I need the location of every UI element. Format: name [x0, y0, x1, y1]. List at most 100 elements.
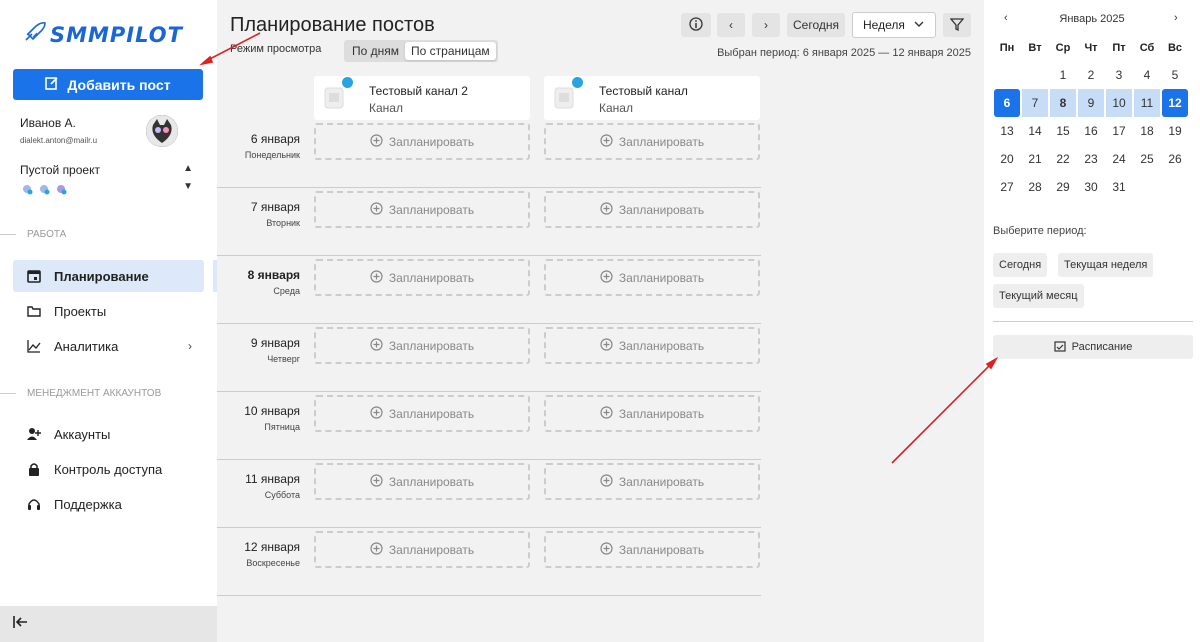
next-period-button[interactable]: › — [752, 13, 780, 37]
period-type-select[interactable]: Неделя — [852, 12, 936, 38]
schedule-slot-button[interactable]: Запланировать — [314, 531, 530, 568]
view-by-days-button[interactable]: По дням — [346, 42, 405, 60]
calendar-day[interactable]: 9 — [1078, 89, 1104, 117]
schedule-slot-button[interactable]: Запланировать — [314, 123, 530, 160]
calendar-day[interactable]: 1 — [1049, 61, 1077, 89]
user-name: Иванов А. — [20, 116, 76, 130]
chevron-up-icon[interactable]: ▲ — [183, 163, 193, 174]
schedule-slot-button[interactable]: Запланировать — [314, 463, 530, 500]
period-type-value: Неделя — [863, 18, 905, 32]
calendar-day[interactable]: 10 — [1106, 89, 1132, 117]
chevron-down-icon[interactable]: ▼ — [183, 181, 193, 192]
sidebar-item-projects[interactable]: Проекты — [13, 295, 204, 327]
logo[interactable]: SMMPILOT — [24, 22, 183, 47]
channel-type: Канал — [599, 101, 633, 115]
calendar-day[interactable]: 21 — [1021, 145, 1049, 173]
view-by-pages-button[interactable]: По страницам — [405, 42, 496, 60]
schedule-slot-label: Запланировать — [618, 202, 705, 217]
sidebar-item-analytics[interactable]: Аналитика › — [13, 330, 204, 362]
schedule-slot-button[interactable]: Запланировать — [314, 395, 530, 432]
calendar-weekday: Вс — [1167, 42, 1183, 54]
calendar-day[interactable]: 31 — [1105, 173, 1133, 201]
filter-button[interactable] — [943, 13, 971, 37]
calendar-day[interactable]: 24 — [1105, 145, 1133, 173]
schedule-slot-button[interactable]: Запланировать — [544, 327, 760, 364]
period-current-month-button[interactable]: Текущий месяц — [993, 284, 1084, 308]
calendar-day[interactable]: 19 — [1161, 117, 1189, 145]
calendar-day[interactable]: 11 — [1134, 89, 1160, 117]
sidebar-item-planning[interactable]: Планирование — [13, 260, 204, 292]
calendar-day[interactable]: 30 — [1077, 173, 1105, 201]
sidebar-item-access[interactable]: Контроль доступа — [13, 453, 204, 485]
calendar-day[interactable]: 18 — [1133, 117, 1161, 145]
calendar-day[interactable]: 26 — [1161, 145, 1189, 173]
schedule-slot-button[interactable]: Запланировать — [544, 123, 760, 160]
calendar-header: ‹ Январь 2025 › — [984, 12, 1200, 28]
plus-circle-icon — [600, 473, 613, 490]
day-label: 7 января Вторник — [190, 200, 300, 228]
schedule-slot-button[interactable]: Запланировать — [544, 463, 760, 500]
channel-header[interactable]: Тестовый канал 2 Канал — [314, 76, 530, 120]
calendar-day[interactable]: 15 — [1049, 117, 1077, 145]
schedule-slot-button[interactable]: Запланировать — [544, 259, 760, 296]
schedule-slot-label: Запланировать — [618, 406, 705, 421]
schedule-slot-button[interactable]: Запланировать — [544, 531, 760, 568]
schedule-slot-button[interactable]: Запланировать — [314, 191, 530, 228]
calendar-day[interactable]: 12 — [1162, 89, 1188, 117]
project-icon — [37, 182, 51, 195]
day-date: 8 января — [247, 268, 300, 282]
calendar-day[interactable]: 6 — [994, 89, 1020, 117]
user-info: Иванов А. dialekt.anton@mailr.u — [20, 116, 97, 145]
sidebar-item-label: Поддержка — [54, 496, 122, 512]
schedule-slot-button[interactable]: Запланировать — [314, 327, 530, 364]
schedule-button[interactable]: Расписание — [993, 335, 1193, 359]
calendar-day[interactable]: 8 — [1050, 89, 1076, 117]
calendar-day[interactable]: 22 — [1049, 145, 1077, 173]
calendar-day[interactable]: 20 — [993, 145, 1021, 173]
prev-period-button[interactable]: ‹ — [717, 13, 745, 37]
calendar-day[interactable]: 16 — [1077, 117, 1105, 145]
period-today-button[interactable]: Сегодня — [993, 253, 1048, 277]
sidebar-item-support[interactable]: Поддержка — [13, 488, 204, 520]
plus-circle-icon — [600, 201, 613, 218]
project-icons — [20, 182, 195, 195]
view-mode-label: Режим просмотра — [230, 43, 322, 55]
schedule-slot-button[interactable]: Запланировать — [544, 191, 760, 228]
collapse-sidebar-button[interactable] — [0, 606, 217, 642]
schedule-slot-button[interactable]: Запланировать — [314, 259, 530, 296]
calendar-day[interactable]: 5 — [1161, 61, 1189, 89]
calendar-day[interactable]: 25 — [1133, 145, 1161, 173]
project-selector[interactable]: Пустой проект ▲ ▼ — [20, 163, 195, 195]
next-month-icon[interactable]: › — [1174, 12, 1178, 24]
calendar-day[interactable]: 27 — [993, 173, 1021, 201]
plus-circle-icon — [370, 269, 383, 286]
calendar-day[interactable]: 13 — [993, 117, 1021, 145]
sidebar-item-accounts[interactable]: Аккаунты — [13, 418, 204, 450]
day-date: 12 января — [244, 540, 300, 554]
calendar-day[interactable]: 29 — [1049, 173, 1077, 201]
channel-header[interactable]: Тестовый канал Канал — [544, 76, 760, 120]
calendar-day[interactable]: 23 — [1077, 145, 1105, 173]
channel-image-icon — [324, 84, 346, 110]
add-post-button[interactable]: Добавить пост — [13, 69, 203, 100]
calendar-day[interactable]: 2 — [1077, 61, 1105, 89]
calendar-weekday: Ср — [1055, 42, 1071, 54]
day-weekday: Воскресенье — [246, 558, 300, 568]
calendar-day[interactable]: 7 — [1022, 89, 1048, 117]
calendar-day[interactable]: 3 — [1105, 61, 1133, 89]
today-button[interactable]: Сегодня — [787, 13, 845, 37]
schedule-slot-button[interactable]: Запланировать — [544, 395, 760, 432]
info-button[interactable] — [681, 13, 711, 37]
calendar-day[interactable]: 28 — [1021, 173, 1049, 201]
project-name: Пустой проект — [20, 163, 100, 177]
calendar-day[interactable]: 14 — [1021, 117, 1049, 145]
calendar-weekday: Вт — [1028, 42, 1042, 54]
avatar[interactable] — [146, 115, 178, 147]
section-work: РАБОТА — [0, 229, 217, 240]
day-label: 12 января Воскресенье — [190, 540, 300, 568]
calendar-day[interactable]: 4 — [1133, 61, 1161, 89]
sidebar-item-label: Аналитика — [54, 338, 119, 354]
period-current-week-button[interactable]: Текущая неделя — [1058, 253, 1154, 277]
day-label: 10 января Пятница — [190, 404, 300, 432]
calendar-day[interactable]: 17 — [1105, 117, 1133, 145]
